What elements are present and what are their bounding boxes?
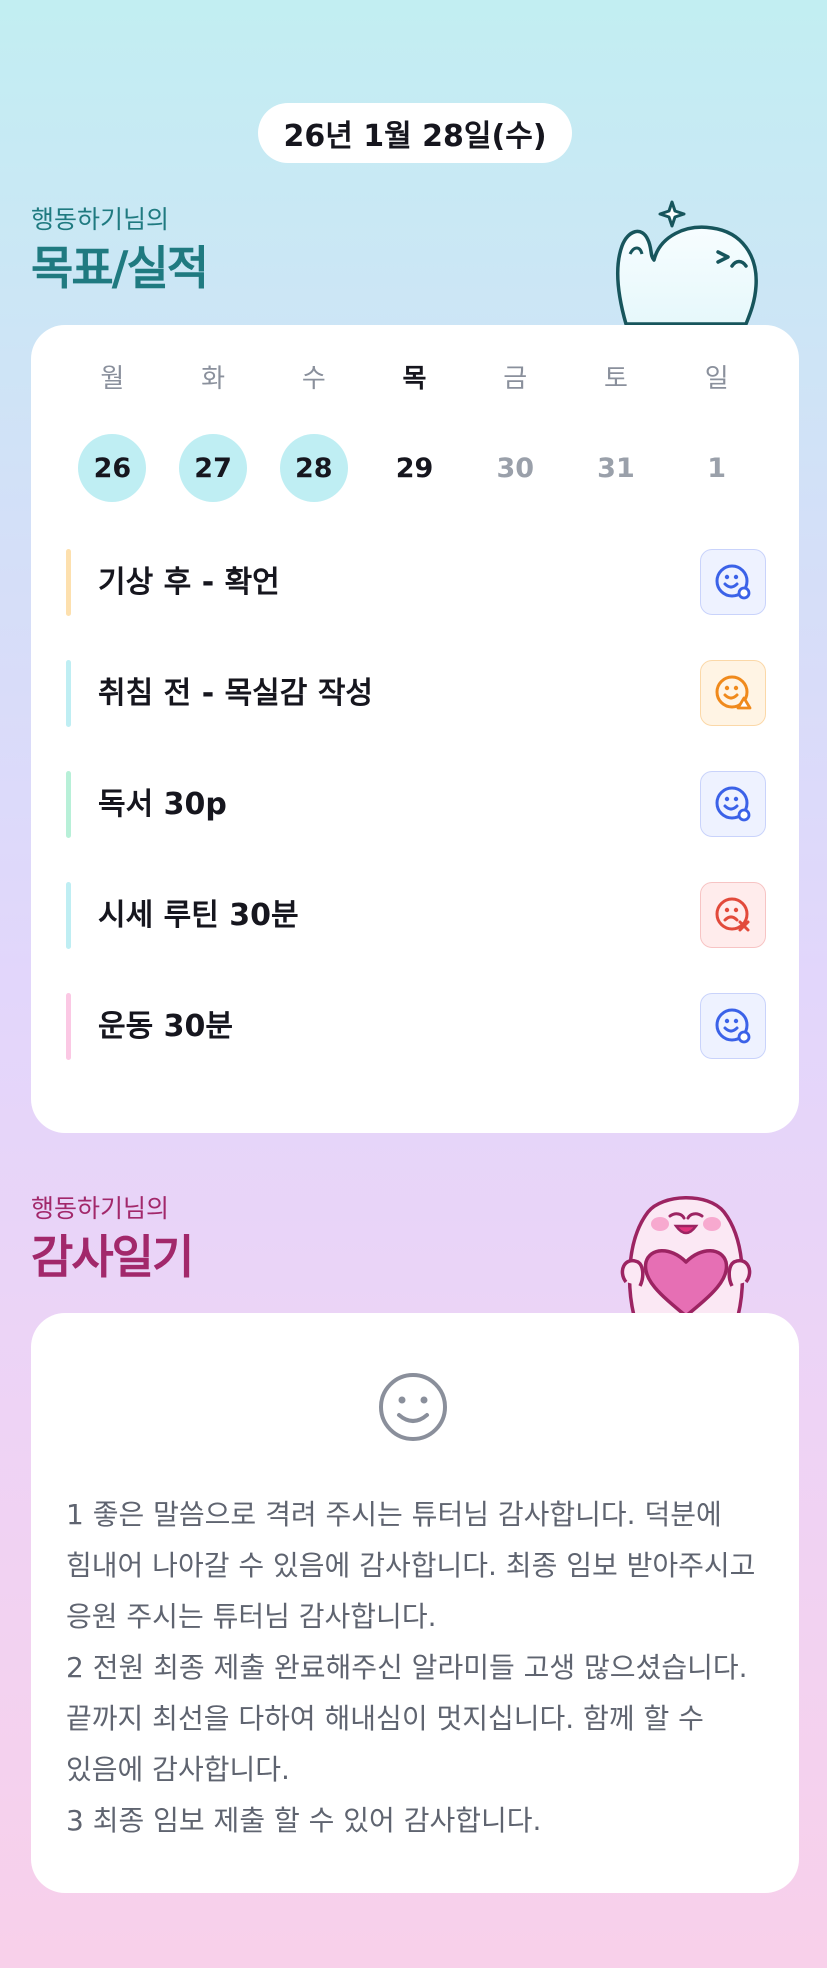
goal-card: 월 26 화 27 수 28 목 29 금 30 토 31 일 1 기상 후 - 확언 취침 전 - 목실감…	[31, 325, 799, 1133]
weekday-label: 월	[100, 364, 125, 394]
smile-circle-icon	[713, 562, 753, 602]
frown-x-icon	[713, 895, 753, 935]
day-column[interactable]: 일1	[666, 359, 767, 502]
gratitude-text: 1 좋은 말씀으로 격려 주시는 튜터님 감사합니다. 덕분에 힘내어 나아갈 …	[66, 1498, 756, 1837]
smile-circle-icon	[713, 1006, 753, 1046]
goal-row[interactable]: 취침 전 - 목실감 작성	[66, 660, 766, 771]
day-column[interactable]: 화 27	[163, 359, 264, 502]
weekday-label: 금	[503, 364, 528, 394]
goal-label: 독서 30p	[98, 787, 227, 822]
goal-label: 취침 전 - 목실감 작성	[98, 676, 374, 711]
day-column[interactable]: 수 28	[263, 359, 364, 502]
goal-status-badge[interactable]	[700, 993, 766, 1059]
goal-color-bar	[66, 660, 71, 727]
goal-status-badge[interactable]	[700, 660, 766, 726]
goal-color-bar	[66, 993, 71, 1060]
goal-label: 운동 30분	[98, 1009, 233, 1044]
smile-triangle-icon	[713, 673, 753, 713]
date-number: 28	[279, 434, 348, 502]
goal-section-subtitle: 행동하기님의	[31, 205, 170, 234]
weekday-label: 목	[402, 364, 427, 394]
goal-color-bar	[66, 549, 71, 616]
gratitude-card: 1 좋은 말씀으로 격려 주시는 튜터님 감사합니다. 덕분에 힘내어 나아갈 …	[31, 1313, 799, 1893]
day-column[interactable]: 월 26	[62, 359, 163, 502]
pink-blob-heart-mascot	[604, 1186, 768, 1318]
week-strip: 월 26 화 27 수 28 목 29 금 30 토 31 일 1	[62, 359, 767, 502]
goal-color-bar	[66, 882, 71, 949]
goal-status-badge[interactable]	[700, 771, 766, 837]
date-number: 27	[179, 434, 248, 502]
date-number: 1	[707, 452, 727, 484]
goal-row[interactable]: 운동 30분	[66, 993, 766, 1104]
weekday-label: 수	[301, 364, 326, 394]
goal-label: 시세 루틴 30분	[98, 898, 299, 933]
date-number: 31	[597, 452, 635, 484]
goal-section-title: 목표/실적	[31, 241, 209, 295]
goal-color-bar	[66, 771, 71, 838]
gratitude-section-title: 감사일기	[31, 1230, 194, 1284]
weekday-label: 화	[201, 364, 226, 394]
weekday-label: 토	[603, 364, 628, 394]
goal-row[interactable]: 독서 30p	[66, 771, 766, 882]
weekday-label: 일	[704, 364, 729, 394]
day-column[interactable]: 목 29	[364, 359, 465, 502]
date-number: 26	[78, 434, 147, 502]
goal-label: 기상 후 - 확언	[98, 565, 280, 600]
date-pill[interactable]: 26년 1월 28일(수)	[258, 103, 572, 163]
goal-status-badge[interactable]	[700, 549, 766, 615]
smile-circle-icon	[713, 784, 753, 824]
gratitude-section-subtitle: 행동하기님의	[31, 1194, 170, 1223]
date-number: 30	[496, 452, 535, 484]
goal-row[interactable]: 기상 후 - 확언	[66, 549, 766, 660]
goal-row[interactable]: 시세 루틴 30분	[66, 882, 766, 993]
date-number: 29	[395, 452, 434, 484]
goal-status-badge[interactable]	[700, 882, 766, 948]
day-column[interactable]: 금 30	[465, 359, 566, 502]
smile-face-icon	[377, 1371, 449, 1447]
day-column[interactable]: 토 31	[566, 359, 667, 502]
goal-list: 기상 후 - 확언취침 전 - 목실감 작성독서 30p 시세 루틴 30분운동 …	[66, 549, 766, 1104]
white-blob-thumbs-up-mascot	[608, 196, 768, 326]
